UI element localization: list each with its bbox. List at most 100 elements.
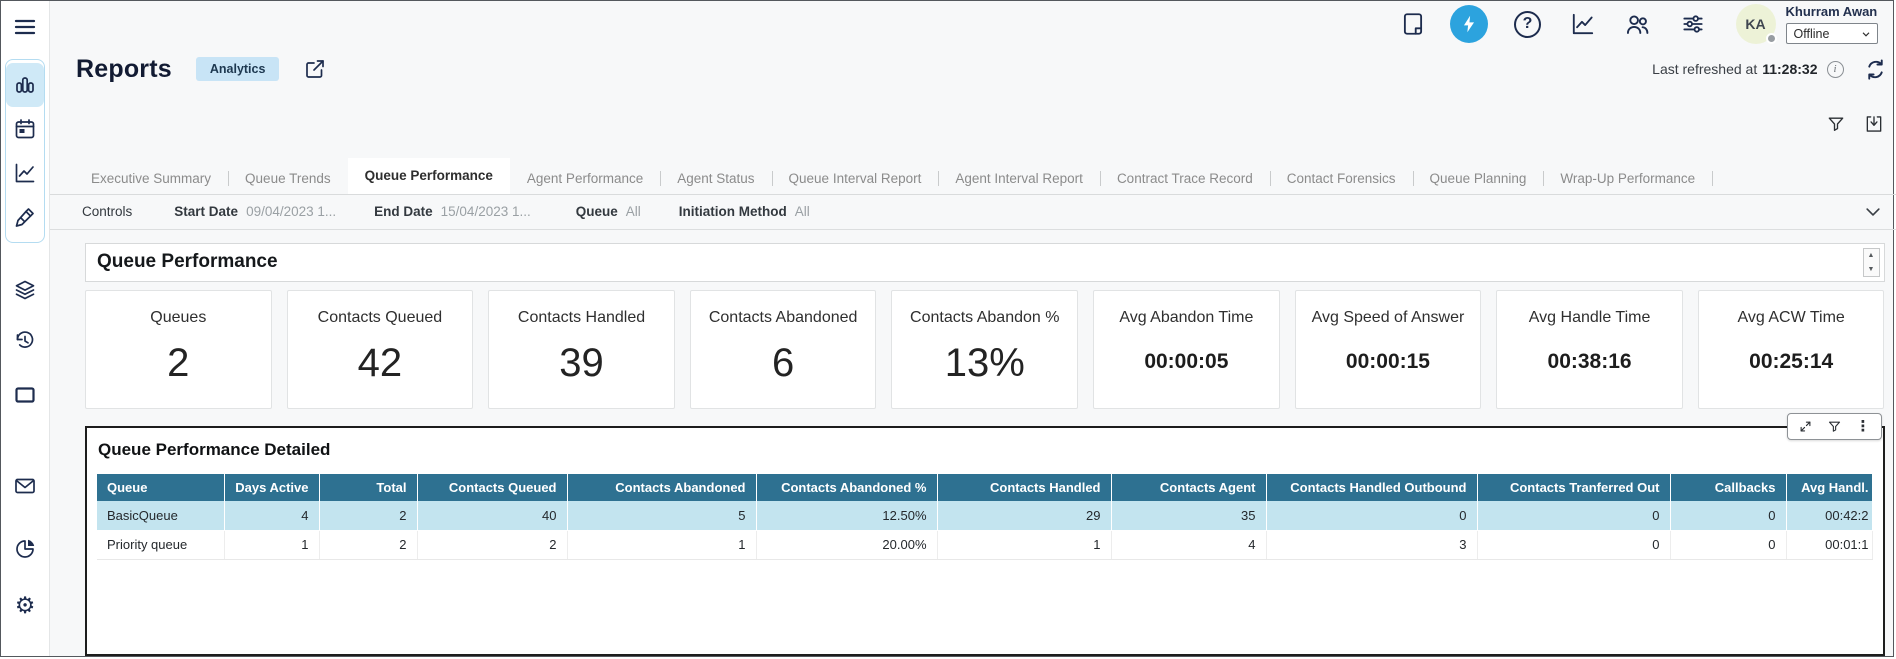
col-total[interactable]: Total bbox=[319, 474, 417, 501]
col-contacts-queued[interactable]: Contacts Queued bbox=[417, 474, 567, 501]
metrics-chart-icon[interactable] bbox=[1568, 9, 1598, 39]
col-contacts-handled[interactable]: Contacts Handled bbox=[937, 474, 1111, 501]
kpi-card-contacts-handled: Contacts Handled 39 bbox=[488, 290, 675, 409]
report-tabs: Executive Summary Queue Trends Queue Per… bbox=[50, 164, 1896, 195]
col-contacts-agent[interactable]: Contacts Agent bbox=[1111, 474, 1266, 501]
sidebar-item-design[interactable] bbox=[6, 195, 44, 239]
sidebar-nav-group bbox=[5, 59, 45, 243]
sidebar-item-calendar[interactable] bbox=[6, 107, 44, 151]
sidebar: ⚙ bbox=[1, 1, 50, 656]
user-name: Khurram Awan bbox=[1786, 4, 1890, 19]
spinner-down-button[interactable]: ▼ bbox=[1864, 262, 1879, 276]
kpi-value: 42 bbox=[358, 341, 403, 394]
question-mark-glyph: ? bbox=[1514, 11, 1541, 38]
kpi-cards: Queues 2 Contacts Queued 42 Contacts Han… bbox=[85, 290, 1885, 409]
sheet-toolbar bbox=[50, 91, 1896, 139]
kpi-card-queues: Queues 2 bbox=[85, 290, 272, 409]
control-end-date[interactable]: End Date 15/04/2023 1... bbox=[374, 204, 531, 219]
gear-icon[interactable]: ⚙ bbox=[10, 592, 40, 618]
users-icon[interactable] bbox=[1623, 9, 1653, 39]
kpi-value: 00:25:14 bbox=[1749, 350, 1833, 386]
tab-agent-performance[interactable]: Agent Performance bbox=[510, 163, 660, 194]
tab-queue-trends[interactable]: Queue Trends bbox=[228, 163, 348, 194]
bar-chart-icon bbox=[13, 73, 37, 97]
control-initiation-method[interactable]: Initiation Method All bbox=[679, 204, 810, 219]
kpi-value: 00:00:05 bbox=[1144, 350, 1228, 386]
col-callbacks[interactable]: Callbacks bbox=[1670, 474, 1786, 501]
download-icon[interactable] bbox=[1864, 114, 1884, 134]
help-icon[interactable]: ? bbox=[1513, 9, 1543, 39]
controls-label: Controls bbox=[82, 204, 132, 219]
last-refreshed-label: Last refreshed at bbox=[1652, 61, 1757, 77]
calendar-icon bbox=[13, 117, 37, 141]
info-icon[interactable]: i bbox=[1827, 61, 1844, 78]
col-avg-handle[interactable]: Avg Handl. bbox=[1786, 474, 1872, 501]
tab-executive-summary[interactable]: Executive Summary bbox=[74, 163, 228, 194]
status-value: Offline bbox=[1794, 27, 1830, 41]
table-header-row: Queue Days Active Total Contacts Queued … bbox=[97, 474, 1872, 501]
tab-contract-trace-record[interactable]: Contract Trace Record bbox=[1100, 163, 1270, 194]
tab-queue-planning[interactable]: Queue Planning bbox=[1413, 163, 1544, 194]
sidebar-item-analytics[interactable] bbox=[6, 63, 44, 107]
kpi-card-contacts-abandon-pct: Contacts Abandon % 13% bbox=[891, 290, 1078, 409]
chevron-down-icon bbox=[1860, 28, 1872, 40]
expand-icon[interactable] bbox=[1798, 419, 1813, 434]
settings-sliders-icon[interactable] bbox=[1678, 9, 1708, 39]
col-contacts-handled-outbound[interactable]: Contacts Handled Outbound bbox=[1266, 474, 1477, 501]
section-title-panel: Queue Performance ▲ ▼ bbox=[85, 243, 1885, 283]
mail-icon[interactable] bbox=[10, 473, 40, 499]
layers-icon[interactable] bbox=[10, 277, 40, 303]
sidebar-item-metrics[interactable] bbox=[6, 151, 44, 195]
tab-agent-status[interactable]: Agent Status bbox=[660, 163, 771, 194]
col-days-active[interactable]: Days Active bbox=[224, 474, 319, 501]
kpi-card-avg-handle-time: Avg Handle Time 00:38:16 bbox=[1496, 290, 1683, 409]
table-row-priority-queue[interactable]: Priority queue 1 2 2 1 20.00% 1 4 3 0 0 bbox=[97, 530, 1872, 559]
app-window: ⚙ ? KA bbox=[0, 0, 1894, 657]
table-row-basicqueue[interactable]: BasicQueue 4 2 40 5 12.50% 29 35 0 0 0 bbox=[97, 501, 1872, 530]
filter-icon[interactable] bbox=[1826, 114, 1846, 134]
col-contacts-tranferred-out[interactable]: Contacts Tranferred Out bbox=[1477, 474, 1670, 501]
page-title: Reports bbox=[76, 55, 172, 84]
section-title: Queue Performance bbox=[97, 251, 278, 273]
line-chart-icon bbox=[13, 161, 37, 185]
kpi-value: 2 bbox=[167, 341, 189, 394]
external-link-icon[interactable] bbox=[303, 57, 327, 81]
analytics-badge: Analytics bbox=[196, 57, 280, 81]
kpi-value: 39 bbox=[559, 341, 604, 394]
tab-contact-forensics[interactable]: Contact Forensics bbox=[1270, 163, 1413, 194]
tab-wrap-up-performance[interactable]: Wrap-Up Performance bbox=[1543, 163, 1712, 194]
history-icon[interactable] bbox=[10, 327, 40, 353]
user-avatar[interactable]: KA bbox=[1736, 4, 1776, 44]
tab-agent-interval-report[interactable]: Agent Interval Report bbox=[938, 163, 1100, 194]
kebab-menu-icon[interactable]: ⋮ bbox=[1856, 419, 1871, 434]
kpi-value: 00:38:16 bbox=[1548, 350, 1632, 386]
status-select[interactable]: Offline bbox=[1786, 23, 1878, 44]
col-contacts-abandoned-pct[interactable]: Contacts Abandoned % bbox=[756, 474, 937, 501]
tab-queue-interval-report[interactable]: Queue Interval Report bbox=[772, 163, 939, 194]
col-queue[interactable]: Queue bbox=[97, 474, 224, 501]
kpi-card-avg-acw-time: Avg ACW Time 00:25:14 bbox=[1698, 290, 1885, 409]
kpi-value: 6 bbox=[772, 341, 794, 394]
pie-chart-icon[interactable] bbox=[10, 536, 40, 562]
user-block: Khurram Awan Offline bbox=[1786, 4, 1890, 44]
notes-icon[interactable] bbox=[1398, 9, 1428, 39]
browser-window-icon[interactable] bbox=[10, 382, 40, 408]
topbar: ? KA Khurram Awan Offline bbox=[50, 1, 1896, 47]
kpi-value: 00:00:15 bbox=[1346, 350, 1430, 386]
control-queue[interactable]: Queue All bbox=[576, 204, 641, 219]
col-contacts-abandoned[interactable]: Contacts Abandoned bbox=[567, 474, 756, 501]
refresh-icon[interactable] bbox=[1864, 57, 1888, 81]
queue-performance-detailed-wrap: ⋮ Queue Performance Detailed Queue bbox=[85, 426, 1885, 656]
status-dot bbox=[1766, 33, 1777, 44]
spinner-up-button[interactable]: ▲ bbox=[1864, 249, 1879, 263]
hamburger-menu-icon[interactable] bbox=[12, 15, 38, 39]
controls-bar: Controls Start Date 09/04/2023 1... End … bbox=[50, 195, 1896, 230]
tab-queue-performance[interactable]: Queue Performance bbox=[348, 158, 510, 194]
visual-toolbar: ⋮ bbox=[1787, 413, 1882, 440]
quick-actions-bolt-icon[interactable] bbox=[1450, 5, 1488, 43]
filter-icon[interactable] bbox=[1827, 419, 1842, 434]
control-start-date[interactable]: Start Date 09/04/2023 1... bbox=[174, 204, 336, 219]
last-refreshed-time: 11:28:32 bbox=[1762, 61, 1817, 77]
controls-collapse-chevron-icon[interactable] bbox=[1862, 201, 1884, 223]
kpi-card-contacts-queued: Contacts Queued 42 bbox=[287, 290, 474, 409]
